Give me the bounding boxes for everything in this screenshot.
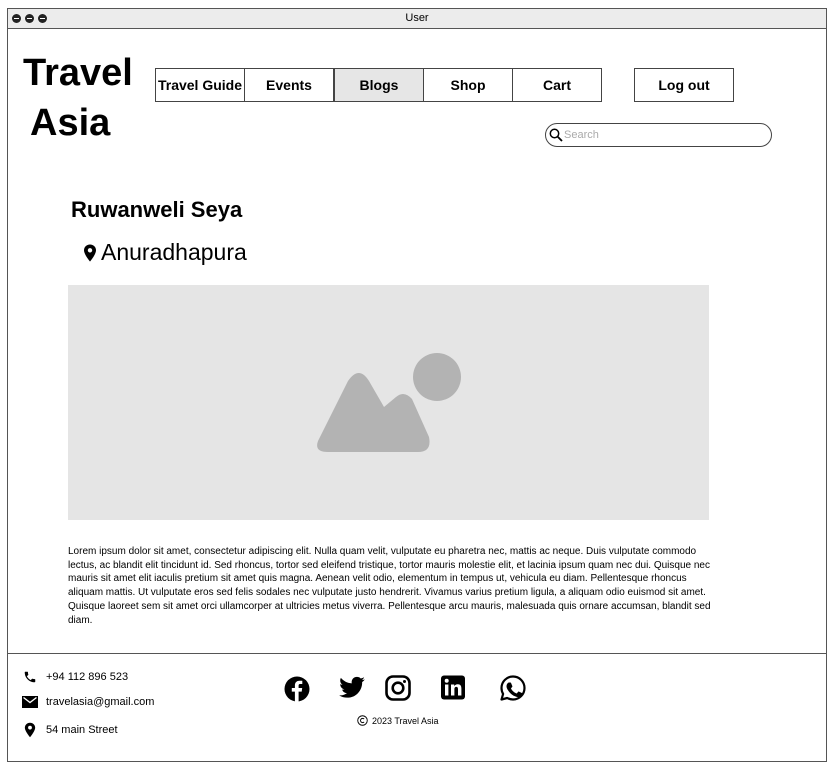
email-icon [22, 696, 38, 708]
linkedin-icon[interactable] [440, 674, 466, 702]
nav-events[interactable]: Events [244, 68, 334, 102]
address-text: 54 main Street [46, 724, 118, 736]
location-icon [24, 722, 36, 738]
logo-asia[interactable]: Asia [30, 98, 110, 148]
phone-icon [24, 671, 36, 683]
nav-shop[interactable]: Shop [423, 68, 513, 102]
email-text[interactable]: travelasia@gmail.com [46, 696, 154, 708]
image-placeholder-icon [317, 353, 461, 452]
instagram-icon[interactable] [385, 674, 411, 702]
contact-phone: +94 112 896 523 [22, 670, 128, 684]
page-title: Ruwanweli Seya [71, 197, 243, 222]
location: Anuradhapura [83, 239, 247, 266]
location-text: Anuradhapura [101, 239, 247, 265]
copyright-icon [357, 715, 368, 726]
blog-body-text: Lorem ipsum dolor sit amet, consectetur … [68, 546, 711, 626]
contact-email: travelasia@gmail.com [22, 696, 154, 708]
map-pin-icon [84, 244, 96, 261]
logo-travel[interactable]: Travel [23, 48, 133, 98]
logout-button[interactable]: Log out [634, 68, 734, 102]
footer-divider [8, 653, 826, 654]
nav-blogs[interactable]: Blogs [334, 68, 424, 102]
copyright-text: 2023 Travel Asia [372, 715, 439, 726]
contact-address: 54 main Street [22, 722, 118, 738]
browser-window: User Travel Asia Travel Guide Events Blo… [7, 8, 827, 762]
whatsapp-icon[interactable] [499, 674, 527, 702]
search-icon [549, 128, 563, 142]
twitter-icon[interactable] [338, 674, 366, 702]
nav-cart[interactable]: Cart [512, 68, 602, 102]
copyright: 2023 Travel Asia [357, 715, 439, 726]
search-input[interactable] [564, 127, 759, 143]
phone-text: +94 112 896 523 [46, 671, 129, 683]
facebook-icon[interactable] [284, 674, 310, 702]
window-title: User [405, 12, 429, 24]
main-image [68, 285, 709, 520]
title-bar: User [8, 9, 826, 29]
search-box[interactable] [545, 123, 772, 147]
nav-travel-guide[interactable]: Travel Guide [155, 68, 245, 102]
